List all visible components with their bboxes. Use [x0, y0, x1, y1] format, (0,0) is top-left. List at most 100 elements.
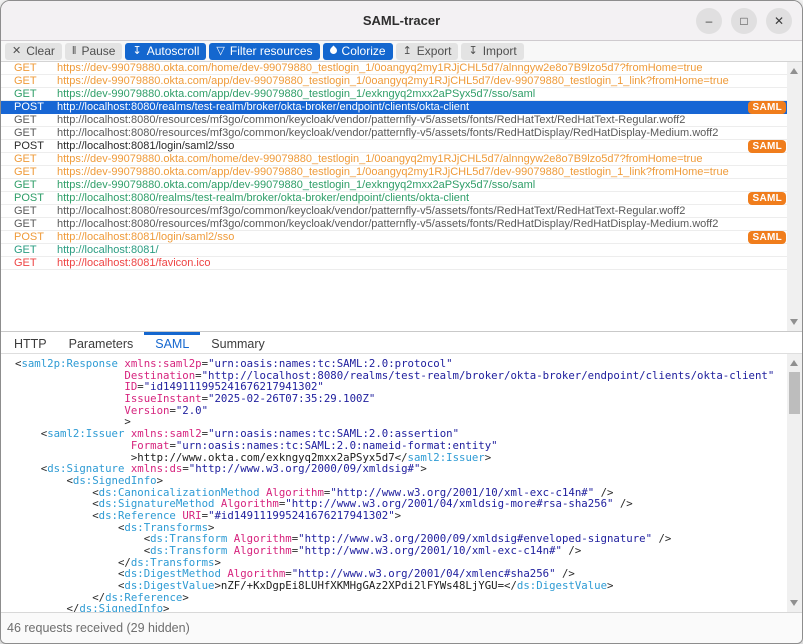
import-label: Import: [483, 44, 517, 58]
export-icon: ↥: [403, 46, 412, 57]
request-row[interactable]: GEThttp://localhost:8080/resources/mf3go…: [1, 205, 787, 218]
pause-icon: ‖: [72, 46, 77, 57]
request-row[interactable]: POSThttp://localhost:8081/login/saml2/ss…: [1, 231, 787, 244]
tab-http[interactable]: HTTP: [3, 332, 58, 353]
request-row[interactable]: GEThttp://localhost:8081/favicon.ico: [1, 257, 787, 270]
request-url: https://dev-99079880.okta.com/app/dev-99…: [57, 179, 787, 192]
request-url: http://localhost:8080/realms/test-realm/…: [57, 101, 787, 114]
request-method: POST: [1, 231, 57, 244]
request-method: GET: [1, 205, 57, 218]
scroll-up-icon[interactable]: [790, 68, 798, 74]
minimize-icon: –: [706, 15, 713, 27]
request-url: http://localhost:8080/resources/mf3go/co…: [57, 127, 787, 140]
request-method: POST: [1, 101, 57, 114]
request-method: POST: [1, 140, 57, 153]
saml-badge: SAML: [748, 192, 786, 205]
request-method: GET: [1, 257, 57, 270]
colorize-icon: [330, 46, 337, 57]
autoscroll-label: Autoscroll: [147, 44, 200, 58]
window-title: SAML-tracer: [363, 13, 440, 28]
status-bar: 46 requests received (29 hidden): [1, 612, 802, 643]
request-method: GET: [1, 179, 57, 192]
request-row[interactable]: GEThttps://dev-99079880.okta.com/app/dev…: [1, 88, 787, 101]
maximize-button[interactable]: □: [731, 8, 757, 34]
minimize-button[interactable]: –: [696, 8, 722, 34]
request-row[interactable]: GEThttp://localhost:8081/: [1, 244, 787, 257]
request-url: http://localhost:8081/login/saml2/sso: [57, 231, 787, 244]
request-url: http://localhost:8081/favicon.ico: [57, 257, 787, 270]
close-button[interactable]: ✕: [766, 8, 792, 34]
request-url: http://localhost:8081/: [57, 244, 787, 257]
window-controls: – □ ✕: [696, 8, 792, 34]
request-url: https://dev-99079880.okta.com/app/dev-99…: [57, 75, 787, 88]
request-method: GET: [1, 75, 57, 88]
import-icon: ↧: [468, 46, 477, 57]
request-url: https://dev-99079880.okta.com/home/dev-9…: [57, 153, 787, 166]
filter-resources-icon: ▽: [216, 46, 224, 57]
request-row[interactable]: POSThttp://localhost:8080/realms/test-re…: [1, 101, 787, 114]
saml-detail-pane: <saml2p:Response xmlns:saml2p="urn:oasis…: [1, 354, 802, 612]
maximize-icon: □: [740, 15, 747, 27]
saml-badge: SAML: [748, 101, 786, 114]
autoscroll-button[interactable]: ↧ Autoscroll: [125, 43, 206, 60]
import-button[interactable]: ↧ Import: [461, 43, 523, 60]
request-row[interactable]: GEThttps://dev-99079880.okta.com/app/dev…: [1, 75, 787, 88]
request-method: GET: [1, 244, 57, 257]
request-list-scrollbar[interactable]: [787, 62, 802, 331]
request-method: GET: [1, 218, 57, 231]
saml-xml-view: <saml2p:Response xmlns:saml2p="urn:oasis…: [1, 354, 787, 612]
request-method: GET: [1, 62, 57, 75]
scroll-down-icon[interactable]: [790, 600, 798, 606]
request-list-pane: GEThttps://dev-99079880.okta.com/home/de…: [1, 62, 802, 331]
scroll-down-icon[interactable]: [790, 319, 798, 325]
clear-label: Clear: [26, 44, 55, 58]
colorize-button[interactable]: Colorize: [323, 43, 393, 60]
request-row[interactable]: GEThttps://dev-99079880.okta.com/app/dev…: [1, 166, 787, 179]
request-method: POST: [1, 192, 57, 205]
request-url: https://dev-99079880.okta.com/home/dev-9…: [57, 62, 787, 75]
close-icon: ✕: [774, 15, 784, 27]
toolbar: ✕ Clear ‖Pause ↧ Autoscroll ▽ Filter resources…: [1, 41, 802, 62]
export-button[interactable]: ↥ Export: [396, 43, 459, 60]
tab-saml[interactable]: SAML: [144, 332, 200, 353]
request-method: GET: [1, 88, 57, 101]
app-window: SAML-tracer – □ ✕ ✕ Clear ‖Pause ↧ Autoscroll ▽…: [0, 0, 803, 644]
xml-line: </ds:SignedInfo>: [15, 603, 787, 612]
saml-badge: SAML: [748, 140, 786, 153]
request-url: https://dev-99079880.okta.com/app/dev-99…: [57, 88, 787, 101]
filter-resources-button[interactable]: ▽ Filter resources: [209, 43, 319, 60]
scrollbar-thumb[interactable]: [789, 372, 800, 414]
autoscroll-icon: ↧: [132, 46, 141, 57]
request-url: http://localhost:8080/resources/mf3go/co…: [57, 218, 787, 231]
request-list: GEThttps://dev-99079880.okta.com/home/de…: [1, 62, 787, 331]
request-row[interactable]: GEThttps://dev-99079880.okta.com/home/de…: [1, 153, 787, 166]
request-row[interactable]: GEThttps://dev-99079880.okta.com/app/dev…: [1, 179, 787, 192]
request-url: http://localhost:8080/resources/mf3go/co…: [57, 205, 787, 218]
request-row[interactable]: POSThttp://localhost:8081/login/saml2/ss…: [1, 140, 787, 153]
request-row[interactable]: GEThttp://localhost:8080/resources/mf3go…: [1, 218, 787, 231]
request-row[interactable]: POSThttp://localhost:8080/realms/test-re…: [1, 192, 787, 205]
request-method: GET: [1, 153, 57, 166]
scroll-up-icon[interactable]: [790, 360, 798, 366]
request-method: GET: [1, 127, 57, 140]
request-row[interactable]: GEThttp://localhost:8080/resources/mf3go…: [1, 114, 787, 127]
request-url: http://localhost:8080/resources/mf3go/co…: [57, 114, 787, 127]
request-url: http://localhost:8081/login/saml2/sso: [57, 140, 787, 153]
request-url: https://dev-99079880.okta.com/app/dev-99…: [57, 166, 787, 179]
clear-button[interactable]: ✕ Clear: [5, 43, 62, 60]
request-method: GET: [1, 114, 57, 127]
titlebar[interactable]: SAML-tracer – □ ✕: [1, 1, 802, 41]
saml-badge: SAML: [748, 231, 786, 244]
detail-tabs: HTTPParametersSAMLSummary: [1, 331, 802, 354]
clear-icon: ✕: [12, 46, 21, 57]
request-method: GET: [1, 166, 57, 179]
tab-summary[interactable]: Summary: [200, 332, 275, 353]
export-label: Export: [417, 44, 452, 58]
request-row[interactable]: GEThttp://localhost:8080/resources/mf3go…: [1, 127, 787, 140]
filter-resources-label: Filter resources: [230, 44, 313, 58]
detail-scrollbar[interactable]: [787, 354, 802, 612]
request-url: http://localhost:8080/realms/test-realm/…: [57, 192, 787, 205]
request-row[interactable]: GEThttps://dev-99079880.okta.com/home/de…: [1, 62, 787, 75]
pause-button[interactable]: ‖Pause: [65, 43, 123, 60]
tab-parameters[interactable]: Parameters: [58, 332, 145, 353]
